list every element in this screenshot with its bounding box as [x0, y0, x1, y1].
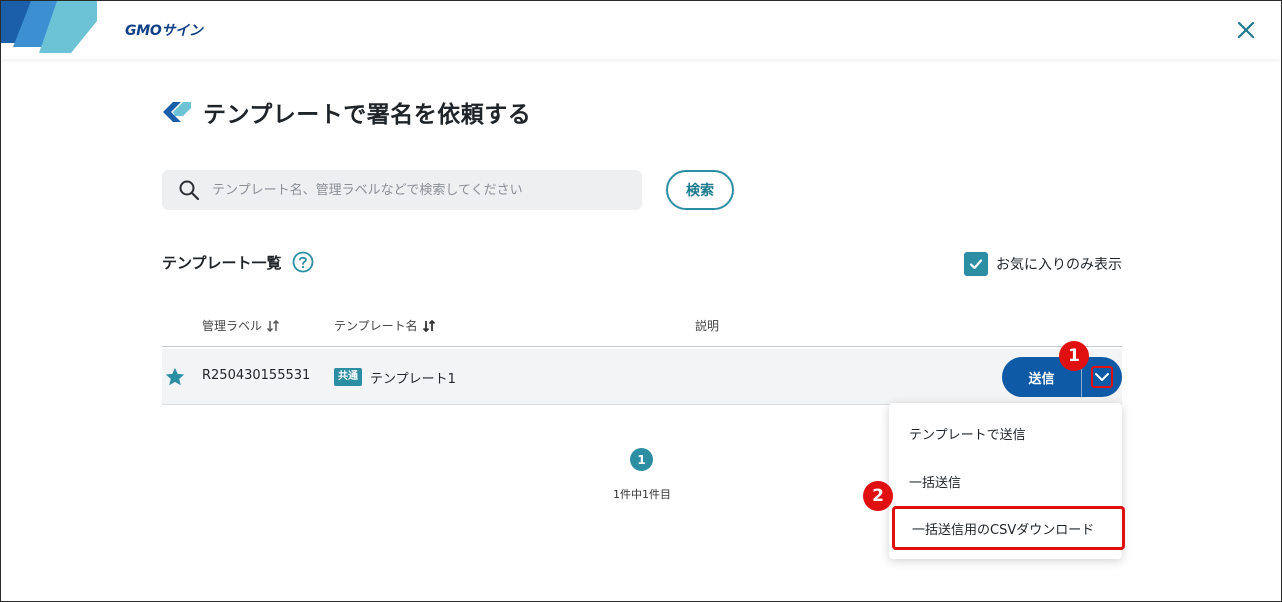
favorites-only-label: お気に入りのみ表示 — [996, 257, 1122, 273]
row-template-name[interactable]: テンプレート1 — [370, 368, 456, 387]
favorites-only-checkbox[interactable] — [964, 252, 988, 276]
column-header-name-text: テンプレート名 — [334, 319, 418, 333]
menu-item-send-with-template[interactable]: テンプレートで送信 — [889, 411, 1122, 455]
menu-item-bulk-send[interactable]: 一括送信 — [889, 459, 1122, 503]
favorites-only-filter[interactable]: お気に入りのみ表示 — [964, 252, 1122, 276]
column-header-description: 説明 — [695, 317, 719, 334]
send-options-menu: テンプレートで送信 一括送信 一括送信用のCSVダウンロード — [889, 403, 1125, 559]
star-icon[interactable] — [164, 366, 186, 388]
annotation-highlight-box — [1091, 366, 1113, 388]
table-header: 管理ラベル テンプレート名 説明 — [162, 307, 1122, 347]
pagination-count: 1件中1件目 — [613, 488, 671, 501]
close-icon[interactable] — [1235, 19, 1257, 41]
help-icon[interactable] — [292, 251, 314, 273]
app-window: GMOサイン テンプレートで署名を依頼する 検索 テンプレート一覧 — [0, 0, 1282, 602]
list-title: テンプレート一覧 — [162, 253, 282, 272]
search-icon — [179, 180, 200, 201]
send-options-dropdown-toggle[interactable] — [1082, 357, 1122, 397]
brand-logo-text[interactable]: GMOサイン — [125, 20, 203, 40]
search-input[interactable] — [212, 182, 612, 198]
chevron-down-icon — [1095, 373, 1109, 381]
search-box[interactable] — [162, 170, 642, 210]
template-logo-icon — [163, 102, 191, 122]
shared-badge: 共通 — [334, 368, 362, 386]
column-header-description-text: 説明 — [695, 319, 720, 333]
check-icon — [969, 259, 983, 270]
search-button[interactable]: 検索 — [666, 170, 734, 210]
table-row[interactable]: R250430155531 共通 テンプレート1 送信 — [162, 349, 1122, 405]
column-header-label[interactable]: 管理ラベル — [202, 317, 280, 334]
pagination-page-1[interactable]: 1 — [630, 448, 653, 471]
header-bar: GMOサイン — [1, 1, 1281, 59]
sort-icon — [266, 319, 280, 332]
sort-icon — [422, 319, 435, 332]
page-title: テンプレートで署名を依頼する — [203, 102, 532, 128]
list-header: テンプレート一覧 — [162, 251, 314, 273]
annotation-step-2: 2 — [863, 481, 893, 511]
gmo-logo-mark-icon — [1, 1, 97, 53]
page-title-area: テンプレートで署名を依頼する — [161, 95, 531, 129]
row-label: R250430155531 — [202, 368, 311, 383]
annotation-step-1: 1 — [1059, 341, 1089, 371]
menu-item-bulk-csv-download[interactable]: 一括送信用のCSVダウンロード — [892, 506, 1125, 550]
column-header-name[interactable]: テンプレート名 — [334, 317, 436, 334]
column-header-label-text: 管理ラベル — [202, 319, 263, 333]
